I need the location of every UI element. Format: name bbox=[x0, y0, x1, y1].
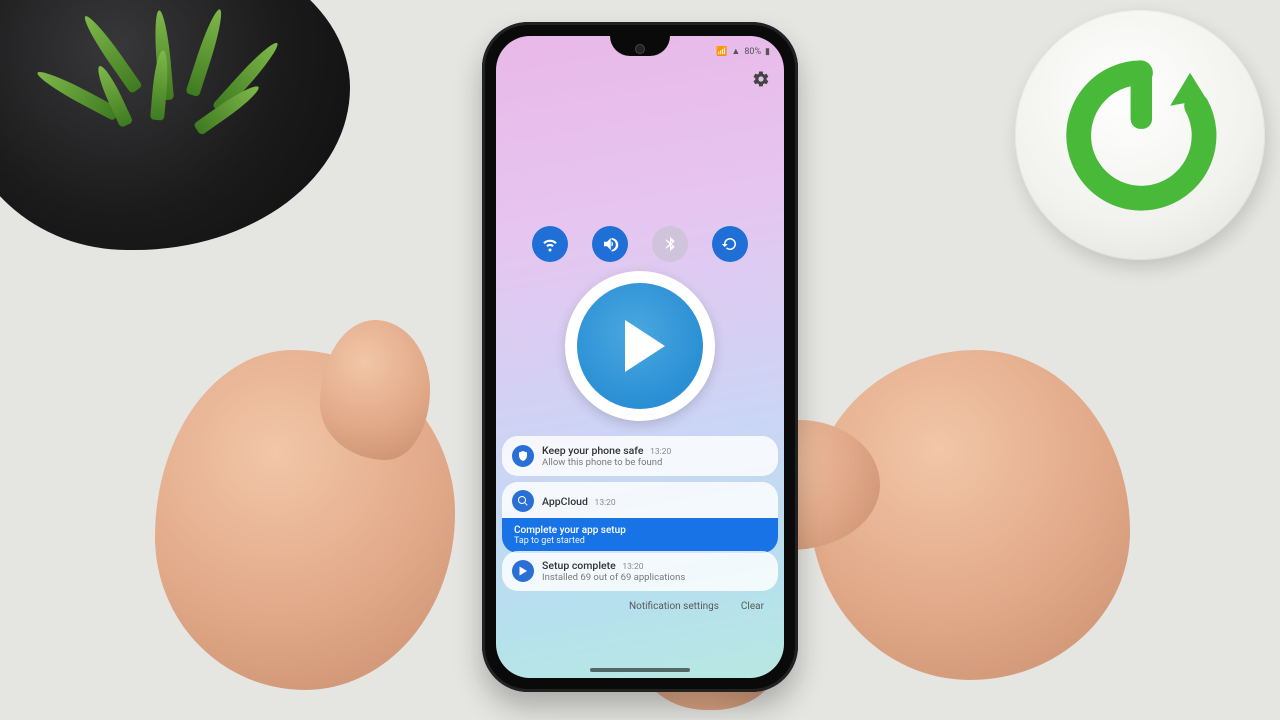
notification-title: AppCloud bbox=[542, 495, 588, 508]
left-thumb bbox=[320, 320, 430, 460]
quick-settings-row bbox=[496, 226, 784, 262]
notification-setup-complete[interactable]: Setup complete 13:20 Installed 69 out of… bbox=[502, 551, 778, 591]
notification-security[interactable]: Keep your phone safe 13:20 Allow this ph… bbox=[502, 436, 778, 476]
notch bbox=[610, 36, 670, 56]
battery-icon: ▮ bbox=[765, 47, 770, 57]
notification-action-banner[interactable]: Complete your app setup Tap to get start… bbox=[502, 518, 778, 553]
battery-text: 80% bbox=[744, 47, 761, 57]
banner-subtext: Tap to get started bbox=[514, 536, 766, 546]
qs-sound-toggle[interactable] bbox=[592, 226, 628, 262]
brand-logo bbox=[1015, 10, 1265, 260]
qs-wifi-toggle[interactable] bbox=[532, 226, 568, 262]
notification-time: 13:20 bbox=[650, 447, 671, 457]
status-bar: 📶 ▲ 80% ▮ bbox=[716, 46, 770, 57]
notification-actions-row: Notification settings Clear bbox=[502, 597, 778, 614]
wifi-status-icon: 📶 bbox=[716, 47, 727, 57]
banner-title: Complete your app setup bbox=[514, 525, 766, 536]
video-play-button[interactable] bbox=[565, 271, 715, 421]
play-icon bbox=[625, 320, 665, 372]
notification-title: Setup complete bbox=[542, 559, 616, 572]
wifi-icon bbox=[541, 235, 559, 253]
notification-subtext: Allow this phone to be found bbox=[542, 457, 768, 468]
search-icon bbox=[512, 490, 534, 512]
notification-time: 13:20 bbox=[595, 498, 616, 508]
notification-title: Keep your phone safe bbox=[542, 444, 644, 457]
plant-decoration bbox=[0, 0, 350, 250]
clear-notifications-link[interactable]: Clear bbox=[741, 601, 764, 612]
bluetooth-icon bbox=[662, 236, 678, 252]
shield-icon bbox=[512, 445, 534, 467]
play-store-icon bbox=[512, 560, 534, 582]
rotate-icon bbox=[721, 235, 739, 253]
settings-gear-icon[interactable] bbox=[752, 70, 770, 88]
notification-time: 13:20 bbox=[622, 562, 643, 572]
notifications-panel: Keep your phone safe 13:20 Allow this ph… bbox=[502, 436, 778, 614]
qs-bluetooth-toggle[interactable] bbox=[652, 226, 688, 262]
signal-status-icon: ▲ bbox=[731, 46, 740, 57]
notification-settings-link[interactable]: Notification settings bbox=[629, 601, 719, 612]
notification-appcloud[interactable]: AppCloud 13:20 Complete your app setup T… bbox=[502, 482, 778, 545]
sound-icon bbox=[601, 235, 619, 253]
qs-rotate-toggle[interactable] bbox=[712, 226, 748, 262]
notification-subtext: Installed 69 out of 69 applications bbox=[542, 572, 768, 583]
gesture-nav-bar[interactable] bbox=[590, 668, 690, 672]
